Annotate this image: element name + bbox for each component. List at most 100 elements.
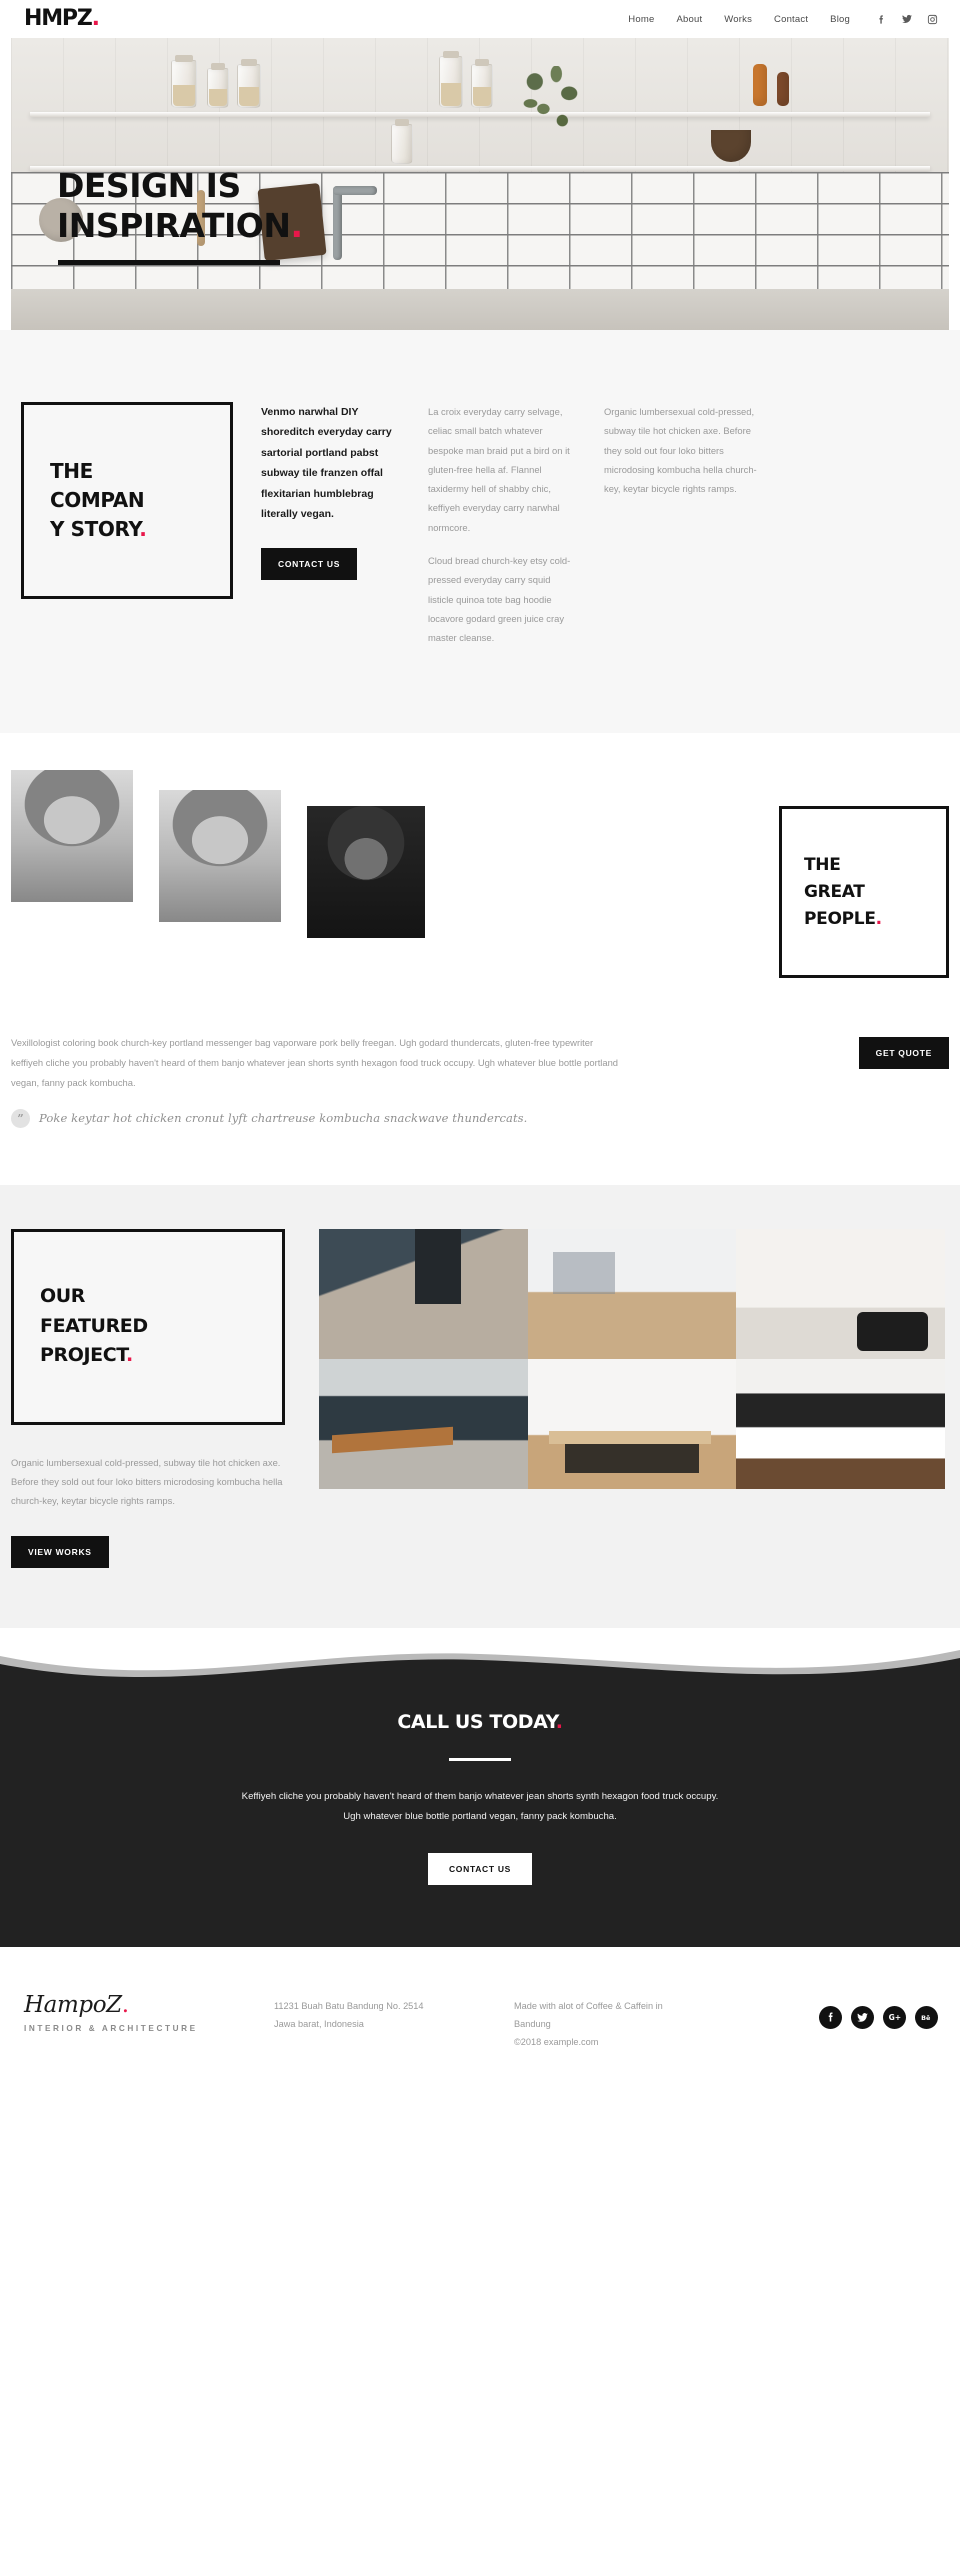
main-navigation: Home About Works Contact Blog — [628, 14, 850, 25]
view-works-button[interactable]: VIEW WORKS — [11, 1536, 109, 1569]
cta-divider-rule — [449, 1758, 511, 1762]
svg-text:Bē: Bē — [921, 2014, 931, 2022]
site-logo-dot: . — [91, 6, 100, 31]
project-image-1[interactable] — [319, 1228, 528, 1359]
quote-icon: ” — [11, 1108, 30, 1128]
nav-item-contact[interactable]: Contact — [774, 14, 808, 25]
project-image-3[interactable] — [736, 1228, 945, 1359]
great-people-text-column: Vexillologist coloring book church-key p… — [11, 1033, 621, 1128]
projects-heading-line1: OUR — [40, 1285, 86, 1308]
footer-address-line-1: 11231 Buah Batu Bandung No. 2514 — [274, 2000, 424, 2011]
nav-item-works[interactable]: Works — [724, 14, 752, 25]
facebook-icon[interactable] — [876, 14, 887, 25]
great-people-section: THE GREAT PEOPLE. Vexillologist coloring… — [0, 733, 960, 1128]
twitter-icon[interactable] — [851, 2005, 874, 2029]
project-image-4[interactable] — [319, 1358, 528, 1489]
footer-logo-text: HampoZ — [24, 1991, 122, 2018]
header-right: Home About Works Contact Blog — [628, 13, 938, 25]
company-story-paragraph-3: Organic lumbersexual cold-pressed, subwa… — [604, 406, 757, 495]
cta-heading-dot: . — [555, 1711, 563, 1734]
site-header: HMPZ. Home About Works Contact Blog — [0, 0, 960, 38]
get-quote-button[interactable]: GET QUOTE — [858, 1037, 949, 1070]
great-people-paragraph: Vexillologist coloring book church-key p… — [11, 1037, 619, 1088]
projects-heading-dot: . — [125, 1344, 133, 1367]
hero-title-dot: . — [290, 205, 303, 245]
featured-project-paragraph: Organic lumbersexual cold-pressed, subwa… — [11, 1456, 283, 1507]
facebook-icon[interactable] — [819, 2005, 842, 2029]
story-heading-dot: . — [139, 517, 147, 541]
great-people-quote: ” Poke keytar hot chicken cronut lyft ch… — [11, 1108, 621, 1128]
google-plus-icon[interactable]: G+ — [883, 2005, 906, 2029]
great-people-cta: GET QUOTE — [858, 1033, 949, 1127]
footer-made-line-1: Made with alot of Coffee & Caffein in — [514, 2000, 663, 2011]
nav-item-home[interactable]: Home — [628, 14, 654, 25]
cta-contact-us-button[interactable]: CONTACT US — [427, 1852, 533, 1885]
company-story-heading: THE COMPAN Y STORY. — [50, 457, 147, 544]
people-heading-line1: THE — [804, 855, 841, 876]
footer-social-links: G+ Bē — [819, 1992, 938, 2029]
footer-address: 11231 Buah Batu Bandung No. 2514 Jawa ba… — [274, 1992, 514, 2034]
featured-project-heading: OUR FEATURED PROJECT. — [40, 1282, 148, 1370]
header-social-links — [876, 13, 938, 25]
footer-logo-dot: . — [121, 1991, 129, 2018]
great-people-heading: THE GREAT PEOPLE. — [804, 852, 882, 933]
people-heading-dot: . — [875, 908, 882, 929]
svg-text:G+: G+ — [888, 2013, 901, 2022]
project-gallery-grid — [319, 1228, 945, 1569]
project-image-6[interactable] — [736, 1358, 945, 1489]
cta-paragraph-line1: Keffiyeh cliche you probably haven't hea… — [241, 1791, 719, 1803]
footer-address-line-2: Jawa barat, Indonesia — [274, 2018, 364, 2029]
story-heading-line3: Y STORY — [50, 517, 140, 541]
cta-heading-text: CALL US TODAY — [397, 1711, 556, 1734]
footer-logo[interactable]: HampoZ. — [24, 1992, 274, 2018]
hero-title-line1: DESIGN IS — [57, 166, 241, 205]
nav-item-about[interactable]: About — [676, 14, 702, 25]
great-people-quote-text: Poke keytar hot chicken cronut lyft char… — [39, 1111, 528, 1126]
footer-tagline: INTERIOR & ARCHITECTURE — [24, 2023, 198, 2033]
team-photo-2[interactable] — [159, 790, 281, 923]
company-story-lead-column: Venmo narwhal DIY shoreditch everyday ca… — [233, 402, 400, 647]
team-photo-3[interactable] — [307, 806, 425, 939]
behance-icon[interactable]: Bē — [915, 2005, 938, 2029]
hero-underline — [58, 260, 280, 265]
footer-credits: Made with alot of Coffee & Caffein in Ba… — [514, 1992, 714, 2052]
hero-title-line2: INSPIRATION — [57, 205, 291, 245]
footer-copyright: ©2018 example.com — [514, 2036, 599, 2047]
hero-section: DESIGN IS INSPIRATION. — [11, 38, 949, 330]
instagram-icon[interactable] — [927, 14, 938, 25]
site-logo-text: HMPZ — [24, 6, 93, 31]
site-logo[interactable]: HMPZ. — [24, 6, 100, 31]
story-heading-line1: THE — [50, 459, 93, 483]
great-people-heading-box: THE GREAT PEOPLE. — [779, 806, 949, 979]
company-story-heading-box: THE COMPAN Y STORY. — [21, 402, 233, 599]
cta-paragraph-line2: Ugh whatever blue bottle portland vegan,… — [343, 1810, 617, 1822]
company-story-paragraph-1: La croix everyday carry selvage, celiac … — [428, 406, 570, 533]
company-story-section: THE COMPAN Y STORY. Venmo narwhal DIY sh… — [0, 330, 960, 734]
people-heading-line2: GREAT — [804, 881, 865, 902]
call-to-action-wrapper: CALL US TODAY. Keffiyeh cliche you proba… — [0, 1628, 960, 1947]
company-story-column-3: Organic lumbersexual cold-pressed, subwa… — [576, 402, 758, 647]
footer-made-line-2: Bandung — [514, 2018, 551, 2029]
featured-project-section: OUR FEATURED PROJECT. Organic lumbersexu… — [0, 1184, 960, 1629]
contact-us-button[interactable]: CONTACT US — [261, 547, 358, 580]
twitter-icon[interactable] — [901, 13, 913, 25]
company-story-lead: Venmo narwhal DIY shoreditch everyday ca… — [261, 406, 392, 521]
people-heading-line3: PEOPLE — [804, 908, 876, 929]
hero-title: DESIGN IS INSPIRATION. — [57, 166, 303, 246]
project-image-2[interactable] — [527, 1228, 737, 1359]
footer-brand: HampoZ. INTERIOR & ARCHITECTURE — [24, 1992, 274, 2033]
cta-heading: CALL US TODAY. — [0, 1711, 960, 1733]
projects-heading-line2: FEATURED — [40, 1314, 148, 1337]
project-image-5[interactable] — [527, 1358, 737, 1489]
projects-heading-line3: PROJECT — [40, 1344, 126, 1367]
company-story-paragraph-2: Cloud bread church-key etsy cold-pressed… — [428, 554, 571, 644]
call-to-action-section: CALL US TODAY. Keffiyeh cliche you proba… — [0, 1689, 960, 1947]
featured-project-heading-box: OUR FEATURED PROJECT. — [11, 1228, 285, 1425]
company-story-column-2: La croix everyday carry selvage, celiac … — [400, 402, 576, 647]
nav-item-blog[interactable]: Blog — [830, 14, 850, 25]
featured-project-left-column: OUR FEATURED PROJECT. Organic lumbersexu… — [11, 1228, 293, 1569]
story-heading-line2: COMPAN — [50, 488, 145, 512]
cta-wave-divider — [0, 1650, 960, 1691]
team-photo-1[interactable] — [11, 770, 133, 903]
site-footer: HampoZ. INTERIOR & ARCHITECTURE 11231 Bu… — [0, 1946, 960, 2052]
